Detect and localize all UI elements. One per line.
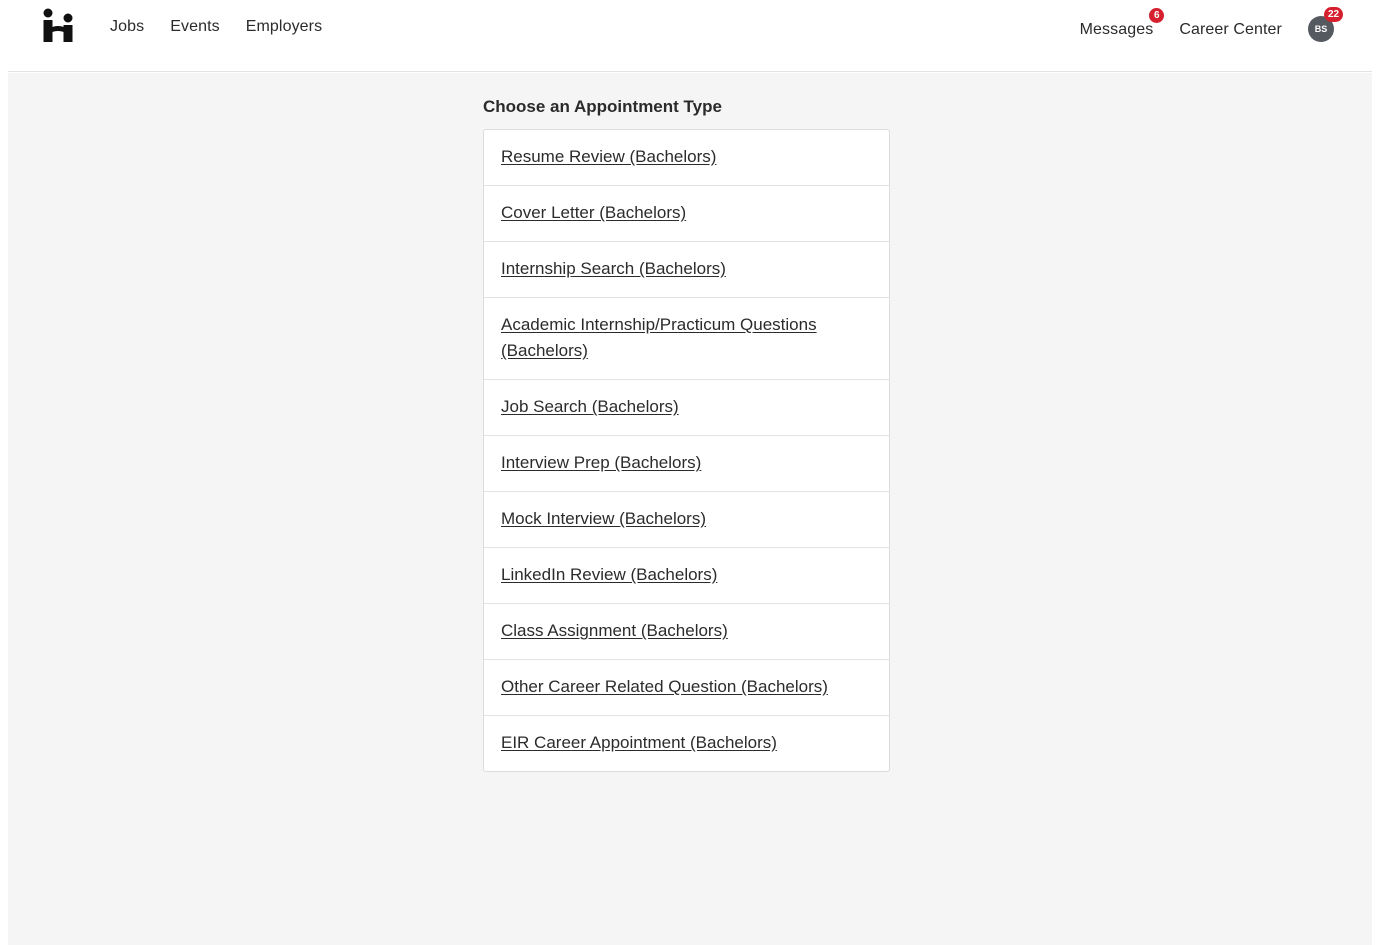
appointment-type-link[interactable]: Academic Internship/Practicum Questions … [501, 315, 817, 360]
nav-career-center[interactable]: Career Center [1179, 20, 1282, 40]
nav-jobs[interactable]: Jobs [110, 17, 144, 37]
handshake-logo-icon[interactable] [42, 8, 76, 44]
appointment-type-link[interactable]: Internship Search (Bachelors) [501, 259, 726, 278]
top-navigation-bar: Jobs Events Employers Messages 6 Career … [8, 0, 1372, 72]
secondary-nav: Messages 6 Career Center BS 22 [1079, 7, 1343, 42]
appointment-type-link[interactable]: EIR Career Appointment (Bachelors) [501, 733, 777, 752]
page-title: Choose an Appointment Type [483, 97, 722, 116]
nav-employers[interactable]: Employers [246, 17, 322, 37]
appointment-type-link[interactable]: Interview Prep (Bachelors) [501, 453, 701, 472]
list-item: LinkedIn Review (Bachelors) [484, 547, 889, 603]
list-item: Class Assignment (Bachelors) [484, 603, 889, 659]
appointment-type-link[interactable]: Job Search (Bachelors) [501, 397, 679, 416]
appointment-type-link[interactable]: Other Career Related Question (Bachelors… [501, 677, 828, 696]
main-content: Choose an Appointment Type Resume Review… [8, 73, 1372, 945]
list-item: Job Search (Bachelors) [484, 379, 889, 435]
list-item: Internship Search (Bachelors) [484, 241, 889, 297]
nav-messages[interactable]: Messages 6 [1079, 7, 1165, 40]
avatar-initials: BS [1314, 24, 1328, 34]
messages-label: Messages [1079, 20, 1154, 38]
notifications-count-badge: 22 [1324, 7, 1343, 22]
appointment-type-link[interactable]: Class Assignment (Bachelors) [501, 621, 728, 640]
list-item: Mock Interview (Bachelors) [484, 491, 889, 547]
appointment-type-list: Resume Review (Bachelors) Cover Letter (… [483, 129, 890, 772]
appointment-type-link[interactable]: Resume Review (Bachelors) [501, 147, 716, 166]
appointment-type-link[interactable]: LinkedIn Review (Bachelors) [501, 565, 717, 584]
list-item: Interview Prep (Bachelors) [484, 435, 889, 491]
page-frame: Jobs Events Employers Messages 6 Career … [8, 0, 1372, 945]
appointment-type-link[interactable]: Mock Interview (Bachelors) [501, 509, 706, 528]
list-item: Other Career Related Question (Bachelors… [484, 659, 889, 715]
primary-nav: Jobs Events Employers [110, 17, 322, 37]
list-item: Cover Letter (Bachelors) [484, 185, 889, 241]
user-avatar[interactable]: BS 22 [1308, 7, 1343, 42]
list-item: Resume Review (Bachelors) [484, 130, 889, 185]
list-item: EIR Career Appointment (Bachelors) [484, 715, 889, 771]
appointment-type-link[interactable]: Cover Letter (Bachelors) [501, 203, 686, 222]
messages-count-badge: 6 [1149, 7, 1165, 23]
list-item: Academic Internship/Practicum Questions … [484, 297, 889, 379]
nav-events[interactable]: Events [170, 17, 220, 37]
